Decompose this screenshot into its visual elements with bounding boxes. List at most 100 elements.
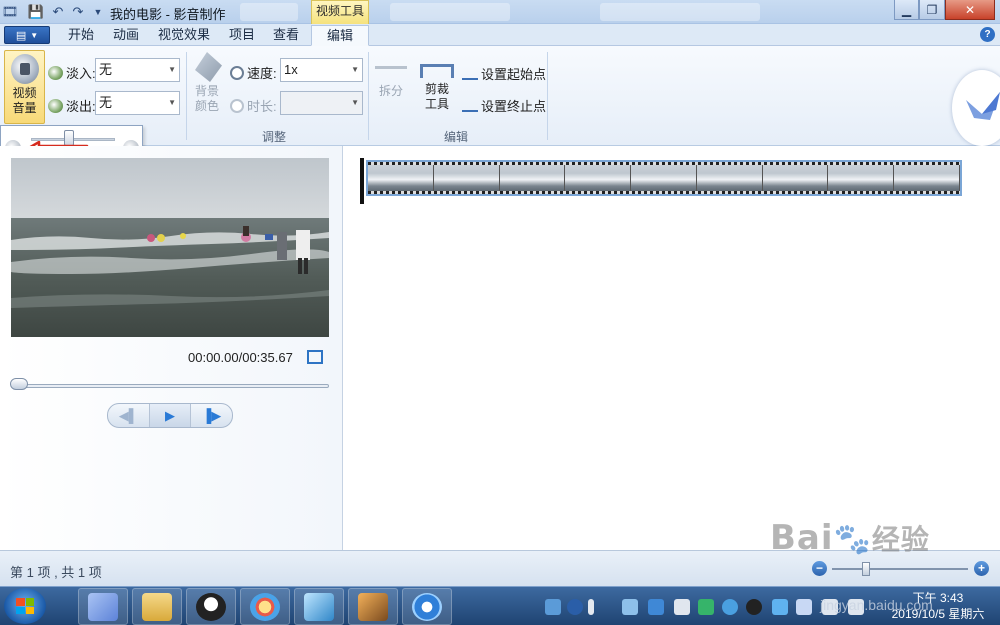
duration-row: 时长:: [230, 96, 277, 115]
film-sprocket: [368, 162, 960, 165]
tray-speaker-icon[interactable]: [698, 599, 714, 615]
duration-select[interactable]: ▼: [280, 91, 363, 115]
start-point-icon: [462, 68, 478, 80]
help-icon[interactable]: ?: [980, 27, 995, 42]
zoom-in-button[interactable]: +: [974, 561, 989, 576]
tray-ie-icon[interactable]: [722, 599, 738, 615]
tray-user-icon[interactable]: [545, 599, 561, 615]
clip-frame: [368, 162, 434, 194]
background-color-button[interactable]: 背景 颜色: [188, 50, 226, 122]
fade-in-icon: [48, 65, 63, 80]
app-icon[interactable]: 🎞: [2, 2, 19, 22]
split-label: 拆分: [378, 84, 403, 98]
item-count-text: 第 1 项 , 共 1 项: [10, 565, 102, 580]
tab-home[interactable]: 开始: [62, 25, 100, 46]
chevron-down-icon: ▼: [168, 65, 176, 74]
speaker-icon: [10, 54, 39, 84]
chevron-down-icon: ▼: [351, 65, 359, 74]
title-bar: 🎞 💾 ↶ ↷ ▼ 我的电影 - 影音制作 视频工具 ▁ ❐ ✕: [0, 0, 1000, 24]
browser-icon: [412, 592, 442, 621]
tray-drive-icon[interactable]: [674, 599, 690, 615]
set-end-point-label: 设置终止点: [481, 99, 547, 114]
tab-animations[interactable]: 动画: [106, 25, 146, 46]
group-divider: [547, 52, 548, 140]
set-start-point-button[interactable]: 设置起始点: [462, 64, 546, 83]
tab-project[interactable]: 项目: [222, 25, 262, 46]
close-button[interactable]: ✕: [945, 0, 995, 20]
tray-shield-icon[interactable]: [648, 599, 664, 615]
fade-out-value: 无: [99, 95, 113, 110]
speed-select[interactable]: 1x ▼: [280, 58, 363, 82]
clip-frame: [565, 162, 632, 194]
paint-bucket-icon: [195, 52, 222, 82]
fade-in-value: 无: [99, 62, 113, 77]
clip-frame: [499, 162, 566, 194]
feather-icon: [304, 592, 334, 621]
tab-visual-effects[interactable]: 视觉效果: [152, 25, 216, 46]
video-volume-button[interactable]: 视频 音量: [4, 50, 45, 124]
end-point-icon: [462, 100, 478, 112]
tray-info-icon[interactable]: [588, 599, 594, 615]
next-frame-button[interactable]: ▐▶: [191, 404, 232, 427]
seek-thumb[interactable]: [10, 378, 28, 390]
taskbar-app-bird[interactable]: [78, 588, 128, 625]
windows-logo-icon: [16, 598, 34, 614]
adjust-group-label: 调整: [262, 130, 287, 144]
preview-pane: 00:00.00/00:35.67 ◀▌ ▶ ▐▶: [0, 146, 343, 550]
split-button[interactable]: 拆分: [372, 50, 410, 122]
fade-in-row: 淡入:: [48, 63, 96, 82]
play-button[interactable]: ▶: [148, 404, 192, 427]
fade-in-select[interactable]: 无 ▼: [95, 58, 180, 82]
background-blur: [240, 3, 298, 21]
ribbon: 视频 音量 淡入: 无 ▼ 淡出: 无 ▼ 背景 颜色 速度: 1x ▼ 时长:…: [0, 46, 1000, 146]
transport-controls: ◀▌ ▶ ▐▶: [107, 403, 233, 428]
video-clip[interactable]: [366, 160, 962, 196]
set-end-point-button[interactable]: 设置终止点: [462, 96, 546, 115]
taskbar-app-feather[interactable]: [294, 588, 344, 625]
minimize-button[interactable]: ▁: [894, 0, 919, 20]
storyboard: [344, 146, 1000, 550]
group-divider: [368, 52, 369, 140]
taskbar-app-ie[interactable]: [402, 588, 452, 625]
bird-app-icon: [88, 592, 118, 621]
background-blur: [390, 3, 510, 21]
redo-icon[interactable]: ↷: [70, 2, 86, 22]
chevron-down-icon: ▼: [351, 98, 359, 107]
taskbar-app-movie-maker[interactable]: [348, 588, 398, 625]
start-button[interactable]: [4, 588, 46, 624]
maximize-button[interactable]: ❐: [919, 0, 945, 20]
trim-icon: [420, 64, 454, 78]
duration-label: 时长:: [247, 99, 277, 114]
tab-edit[interactable]: 编辑: [311, 25, 369, 46]
seek-bar[interactable]: [11, 384, 329, 388]
trim-tool-button[interactable]: 剪裁 工具: [416, 50, 458, 122]
tray-network-icon[interactable]: [622, 599, 638, 615]
group-divider: [186, 52, 187, 140]
movie-maker-logo: [952, 70, 1000, 146]
tray-security-icon[interactable]: [772, 599, 788, 615]
fade-out-select[interactable]: 无 ▼: [95, 91, 180, 115]
video-preview[interactable]: [11, 158, 329, 337]
palette-icon: [250, 592, 280, 621]
taskbar-app-qq[interactable]: [186, 588, 236, 625]
chevron-down-icon: ▼: [168, 98, 176, 107]
tray-bird-icon[interactable]: [796, 599, 812, 615]
previous-frame-button[interactable]: ◀▌: [108, 404, 149, 427]
taskbar-app-paint[interactable]: [240, 588, 290, 625]
undo-icon[interactable]: ↶: [50, 2, 66, 22]
quick-access-dropdown-icon[interactable]: ▼: [90, 2, 106, 22]
tab-view[interactable]: 查看: [266, 25, 306, 46]
video-volume-label: 视频 音量: [12, 86, 37, 115]
expand-preview-icon[interactable]: [307, 350, 323, 364]
trim-tool-label: 剪裁 工具: [424, 82, 449, 111]
save-icon[interactable]: 💾: [28, 2, 44, 22]
penguin-icon: [196, 592, 226, 621]
tray-qq-icon[interactable]: [746, 599, 762, 615]
fade-out-label: 淡出:: [66, 99, 96, 114]
chevron-down-icon: ▼: [30, 30, 39, 40]
taskbar-app-explorer[interactable]: [132, 588, 182, 625]
speed-label: 速度:: [247, 66, 277, 81]
playhead[interactable]: [360, 158, 364, 204]
tray-help-icon[interactable]: [567, 599, 583, 615]
app-menu-button[interactable]: ▤ ▼: [4, 26, 50, 44]
